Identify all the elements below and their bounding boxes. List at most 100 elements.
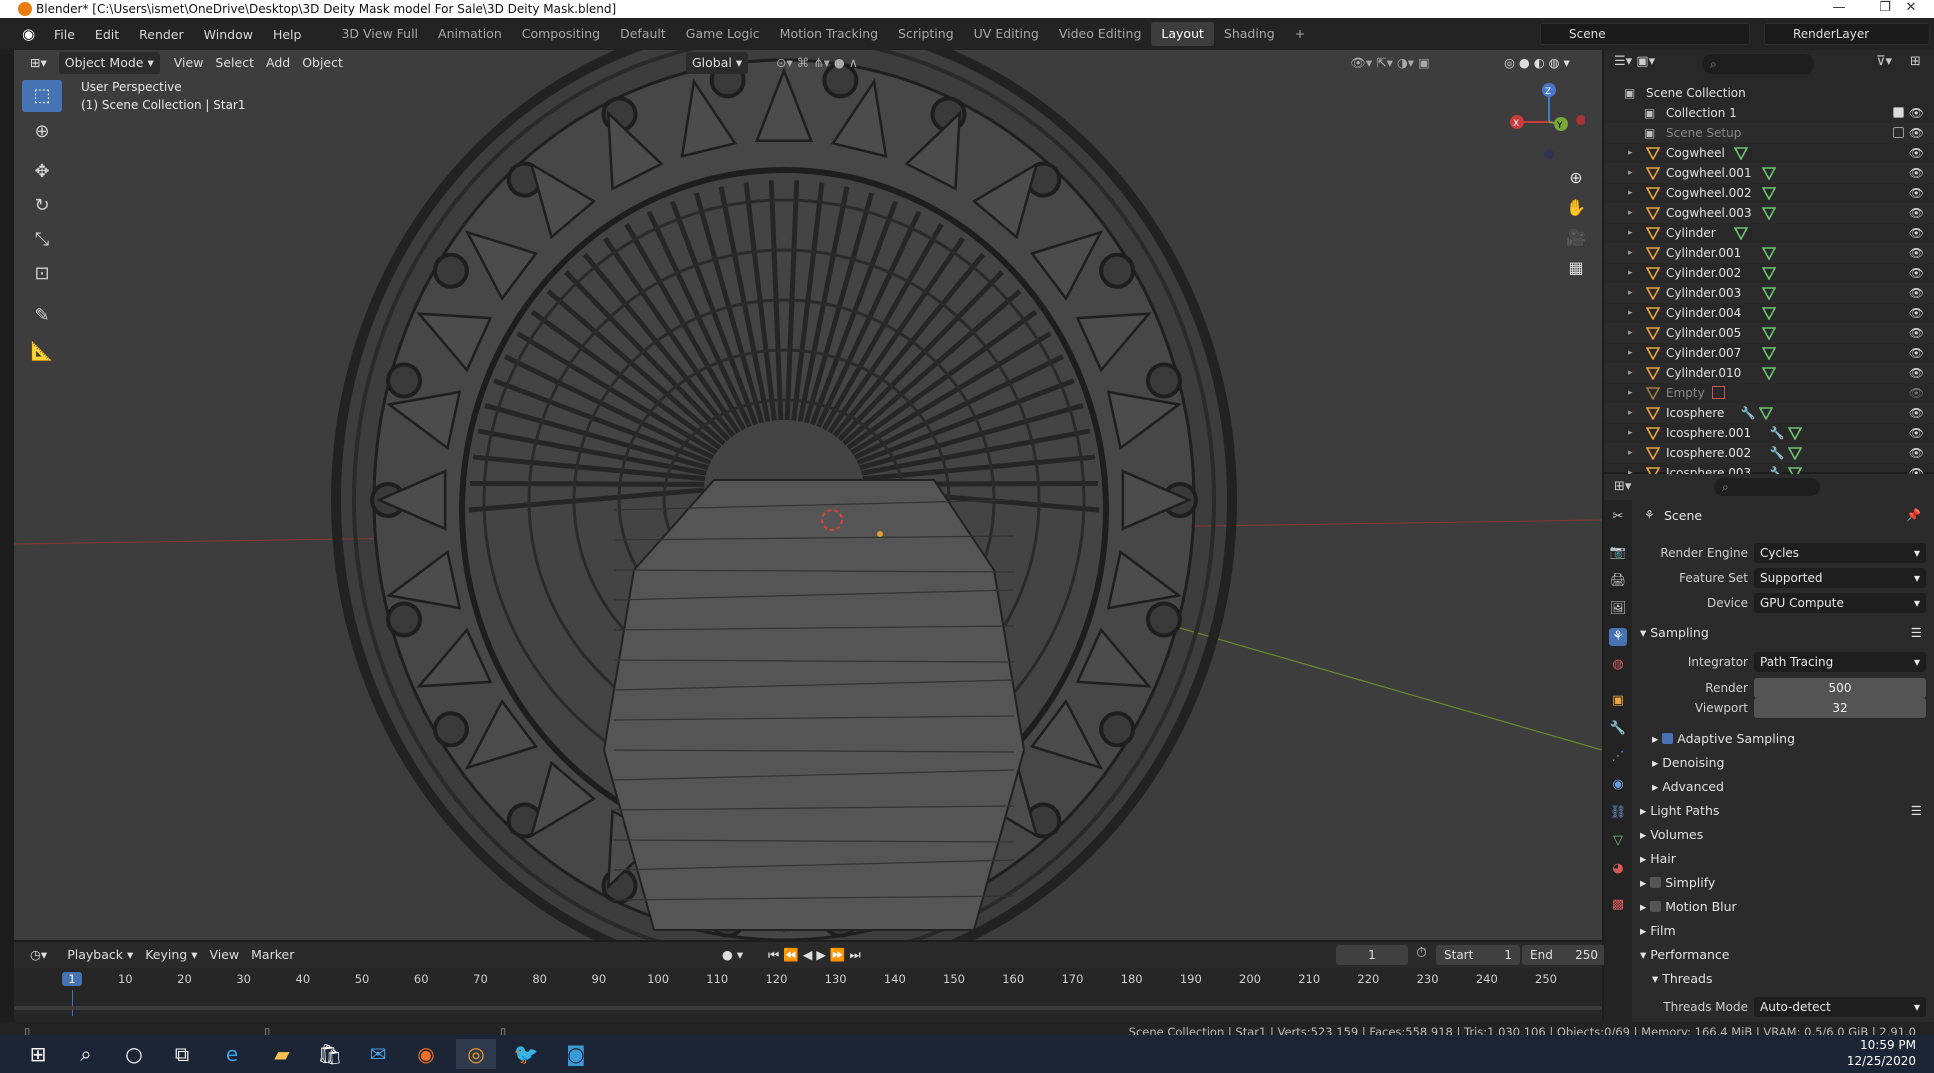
visibility-eye-icon[interactable]: 👁 [1909,223,1924,243]
task-view-icon[interactable]: ⧉ [162,1039,202,1069]
expand-arrow-icon[interactable]: ▸ [1628,243,1633,263]
playhead-line[interactable] [72,990,73,1016]
tool-tab-icon[interactable]: ✂ [1609,508,1627,526]
light-paths-panel[interactable]: ▸ Light Paths ☰ [1640,800,1930,822]
expand-arrow-icon[interactable]: ▸ [1628,403,1633,423]
material-tab-icon[interactable]: ◕ [1609,860,1627,878]
record-button[interactable]: ● ▾ [716,944,749,966]
outliner-row[interactable]: ▸ Cylinder.003 👁 [1604,283,1934,303]
threads-subpanel[interactable]: ▾ Threads [1652,968,1934,990]
pin-icon[interactable]: 📌 [1906,508,1921,522]
blender-menu-icon[interactable]: ◉ [22,26,44,42]
snap-icons[interactable]: ⊙▾ ⌘ ⋔▾ ● ∧ [770,52,864,74]
performance-panel[interactable]: ▾ Performance [1640,944,1930,966]
expand-arrow-icon[interactable]: ▸ [1628,383,1633,403]
camera-view-icon[interactable]: 🎥 [1562,224,1590,252]
frame-ruler[interactable]: 1 10 20 30 40 50 60 70 80 90 100 110 120 130 140 150 160… [14,970,1602,1016]
mesh-data-icon[interactable] [1762,306,1777,320]
integrator-select[interactable]: Path Tracing ▾ [1754,652,1926,672]
hair-panel[interactable]: ▸ Hair [1640,848,1930,870]
visibility-eye-icon[interactable]: 👁 [1909,423,1924,443]
device-select[interactable]: GPU Compute ▾ [1754,593,1926,613]
tab-animation[interactable]: Animation [428,22,512,46]
outliner-row-scene-collection[interactable]: ▣ Scene Collection [1604,83,1934,103]
new-collection-icon[interactable]: ⊞ [1910,54,1921,69]
render-tab-icon[interactable]: 📷 [1609,544,1627,562]
end-frame-field[interactable]: End 250 [1522,945,1606,965]
store-icon[interactable]: 🛍 [310,1039,350,1069]
visibility-eye-icon[interactable]: 👁 [1909,163,1924,183]
timeline-scrollbar[interactable] [14,1006,1602,1010]
visibility-eye-icon[interactable]: 👁 [1909,103,1924,123]
outliner-filter-icon[interactable]: ⊽▾ [1876,54,1892,69]
visibility-eye-icon[interactable]: 👁 [1909,343,1924,363]
exclude-checkbox[interactable] [1893,127,1904,138]
transform-orientation[interactable]: Global ▾ [686,52,749,74]
expand-arrow-icon[interactable]: ▸ [1628,183,1633,203]
close-button[interactable]: ✕ [1888,0,1934,18]
3d-viewport[interactable] [14,50,1602,940]
measure-tool-icon[interactable]: 📐 [22,336,62,368]
cursor-tool-icon[interactable]: ⊕ [22,116,62,148]
visibility-eye-icon[interactable]: 👁 [1909,123,1924,143]
threads-mode-select[interactable]: Auto-detect ▾ [1754,997,1926,1017]
mesh-data-icon[interactable] [1762,326,1777,340]
menu-help[interactable]: Help [263,27,312,42]
outliner-row[interactable]: ▸ Icosphere.002 🔧 👁 [1604,443,1934,463]
outliner-row[interactable]: ▸ Icosphere 🔧 👁 [1604,403,1934,423]
menu-window[interactable]: Window [194,27,263,42]
modifier-tab-icon[interactable]: 🔧 [1609,720,1627,738]
feature-set-select[interactable]: Supported ▾ [1754,568,1926,588]
outliner-editor-icons[interactable]: ☰▾ ▣▾ [1614,54,1684,74]
mesh-data-icon[interactable] [1787,426,1802,440]
properties-editor-type-icon[interactable]: ⊞▾ [1614,479,1631,494]
menu-view[interactable]: View [168,52,210,74]
editor-type-icon[interactable]: ⊞▾ [24,52,53,74]
windows-start-icon[interactable]: ⊞ [18,1039,58,1069]
outliner-row[interactable]: ▸ Cylinder.001 👁 [1604,243,1934,263]
simplify-checkbox[interactable] [1650,877,1662,888]
expand-arrow-icon[interactable]: ▸ [1628,203,1633,223]
menu-render[interactable]: Render [129,27,194,42]
move-tool-icon[interactable]: ✥ [22,156,62,188]
visibility-eye-icon[interactable]: 👁 [1909,443,1924,463]
menu-object[interactable]: Object [296,52,349,74]
expand-arrow-icon[interactable]: ▸ [1628,283,1633,303]
app-icon[interactable]: ◙ [556,1039,596,1069]
empty-display-icon[interactable] [1712,386,1725,399]
playhead-frame-indicator[interactable]: 1 [62,972,82,986]
mesh-data-icon[interactable] [1762,346,1777,360]
expand-arrow-icon[interactable]: ▸ [1628,343,1633,363]
current-frame-field[interactable]: 1 [1336,945,1408,965]
mesh-data-icon[interactable] [1733,226,1748,240]
denoising-subpanel[interactable]: ▸ Denoising [1652,752,1934,774]
scene-tab-icon[interactable]: ⚘ [1609,628,1627,646]
mesh-data-icon[interactable] [1787,446,1802,460]
system-clock[interactable]: 10:59 PM 12/25/2020 [1847,1037,1916,1069]
constraints-tab-icon[interactable]: ⛓ [1609,804,1627,822]
simplify-panel[interactable]: ▸ Simplify [1640,872,1930,894]
pan-hand-icon[interactable]: ✋ [1562,194,1590,222]
viewport-samples-field[interactable]: 32 [1754,698,1926,718]
menu-add[interactable]: Add [260,52,296,74]
visibility-eye-icon[interactable]: 👁 [1909,203,1924,223]
outliner-row[interactable]: ▸ Cogwheel.003 👁 [1604,203,1934,223]
expand-arrow-icon[interactable]: ▸ [1628,303,1633,323]
adaptive-sampling-subpanel[interactable]: ▸ Adaptive Sampling [1652,728,1934,750]
view-layer-tab-icon[interactable]: 🖼 [1609,600,1627,618]
timeline-editor-type-icon[interactable]: ◷▾ [24,944,53,966]
visibility-eye-icon[interactable]: 👁 [1909,363,1924,383]
mesh-data-icon[interactable] [1758,406,1773,420]
shading-mode-icons[interactable]: ◎ ● ◐ ◍ ▾ [1498,52,1576,74]
world-tab-icon[interactable]: ◍ [1609,656,1627,674]
scale-tool-icon[interactable]: ⤡ [22,224,62,256]
mail-icon[interactable]: ✉ [358,1039,398,1069]
sampling-panel-header[interactable]: ▾ Sampling ☰ [1640,622,1930,644]
object-tab-icon[interactable]: ▣ [1609,692,1627,710]
mesh-data-icon[interactable] [1762,366,1777,380]
transform-tool-icon[interactable]: ⊡ [22,258,62,290]
tab-video-editing[interactable]: Video Editing [1049,22,1152,46]
overlay-gizmo-icons[interactable]: 👁▾ ⇱▾ ◑▾ ▣ [1344,52,1436,74]
menu-timeline-view[interactable]: View [203,944,245,966]
start-frame-field[interactable]: Start 1 [1436,945,1520,965]
